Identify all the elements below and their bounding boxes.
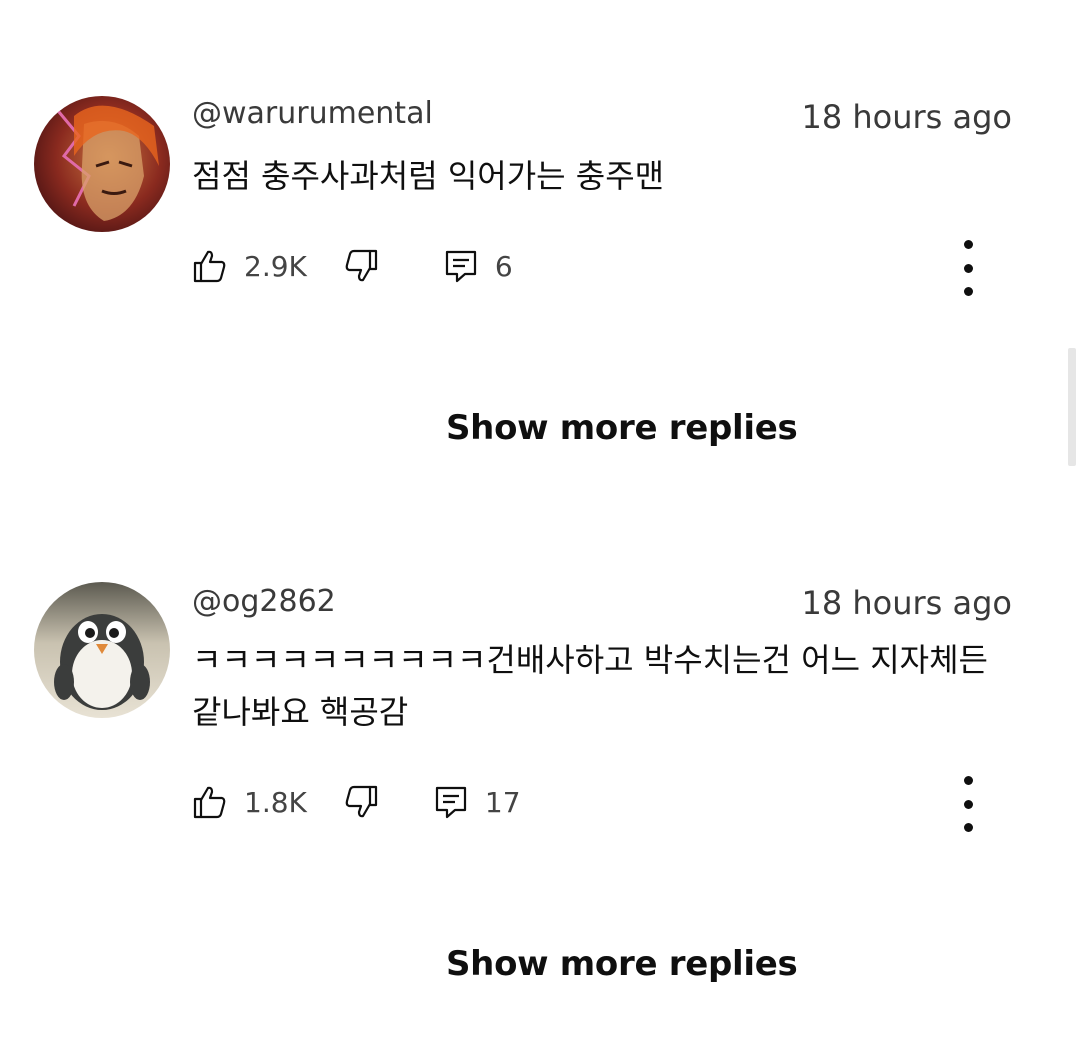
author-avatar[interactable] <box>34 96 170 232</box>
menu-dot <box>963 240 973 249</box>
scrollbar[interactable] <box>1068 348 1076 466</box>
avatar-image <box>34 96 170 232</box>
comment-text: ㅋㅋㅋㅋㅋㅋㅋㅋㅋㅋ건배사하고 박수치는건 어느 지자체든 같나봐요 핵공감 <box>192 641 988 731</box>
reply-count[interactable]: 17 <box>485 786 521 819</box>
comment-timestamp[interactable]: 18 hours ago <box>801 584 1012 622</box>
menu-dot <box>963 287 973 296</box>
like-count: 1.8K <box>244 785 307 819</box>
menu-dot <box>963 799 973 809</box>
like-count: 2.9K <box>244 249 307 283</box>
menu-dot <box>963 776 973 785</box>
more-vertical-icon[interactable] <box>950 776 986 832</box>
avatar-image <box>34 582 170 718</box>
thumbs-down-icon[interactable] <box>343 248 379 284</box>
reply-count[interactable]: 6 <box>495 250 513 283</box>
comment-author[interactable]: @og2862 <box>192 584 336 620</box>
author-avatar[interactable] <box>34 582 170 718</box>
thumbs-down-icon[interactable] <box>343 784 379 820</box>
comment-text: 점점 충주사과처럼 익어가는 충주맨 <box>192 157 665 195</box>
show-more-replies-button[interactable]: Show more replies <box>446 408 798 448</box>
comment-author[interactable]: @warurumental <box>192 96 433 132</box>
menu-dot <box>963 823 973 832</box>
comment-icon[interactable] <box>433 784 469 820</box>
comment-timestamp[interactable]: 18 hours ago <box>801 98 1012 136</box>
comment-actions: 1.8K 17 <box>192 780 521 824</box>
more-vertical-icon[interactable] <box>950 240 986 296</box>
thumbs-up-icon[interactable] <box>192 248 228 284</box>
comment-icon[interactable] <box>443 248 479 284</box>
comment-actions: 2.9K 6 <box>192 244 513 288</box>
menu-dot <box>963 263 973 273</box>
thumbs-up-icon[interactable] <box>192 784 228 820</box>
show-more-replies-button[interactable]: Show more replies <box>446 944 798 984</box>
